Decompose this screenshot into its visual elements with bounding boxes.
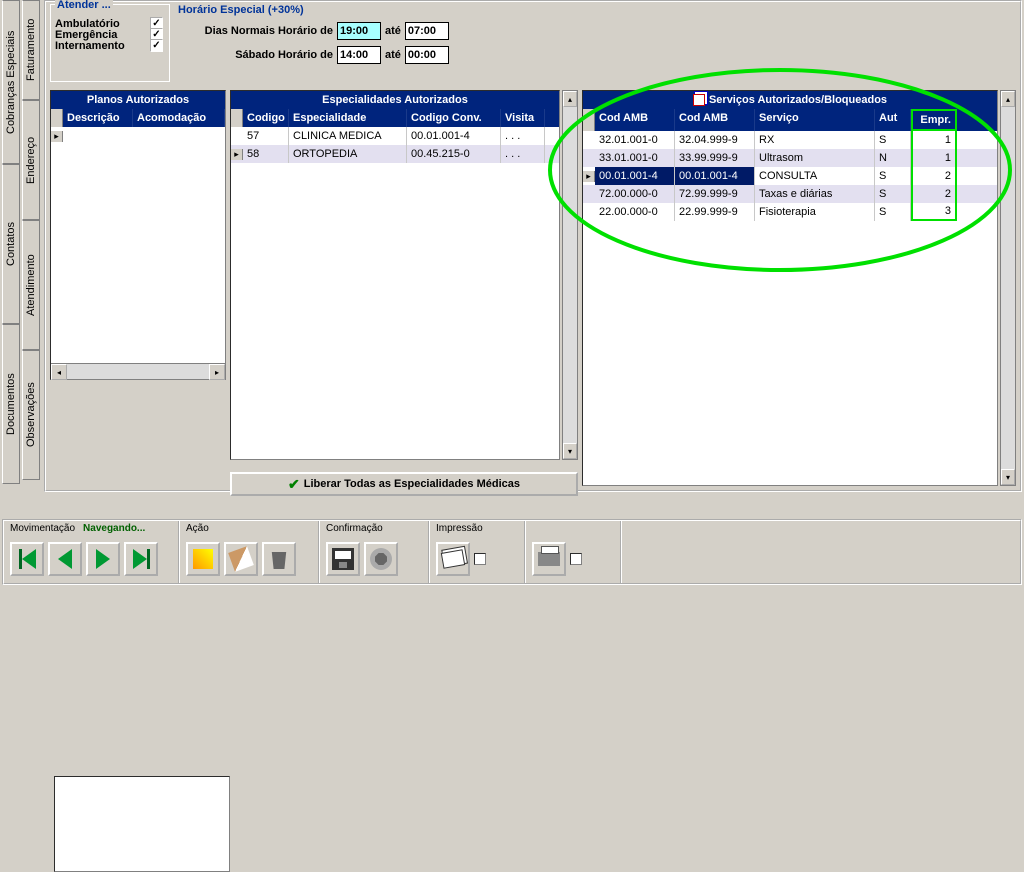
- ate-2: até: [385, 49, 401, 61]
- group-horario: Horário Especial (+30%) Dias Normais Hor…: [178, 4, 538, 82]
- esp-vscroll[interactable]: ▴ ▾: [562, 90, 578, 460]
- vtab-observacoes[interactable]: Observações: [22, 350, 40, 480]
- vtab-endereco[interactable]: Endereço: [22, 100, 40, 220]
- table-row[interactable]: 33.01.001-033.99.999-9UltrasomN1: [583, 149, 997, 167]
- printer-icon: [538, 552, 560, 566]
- bb-nav-label: Navegando...: [83, 523, 145, 537]
- table-row[interactable]: ▸58ORTOPEDIA00.45.215-0. . .: [231, 145, 559, 163]
- serv-h-cod1[interactable]: Cod AMB: [595, 109, 675, 131]
- nav-first-button[interactable]: [10, 542, 44, 576]
- check-icon: ✔: [288, 476, 300, 493]
- disk-icon: [332, 548, 354, 570]
- panel-especialidades: Especialidades Autorizados Codigo Especi…: [230, 90, 560, 460]
- obs-box[interactable]: [54, 776, 230, 872]
- serv-h-cod2[interactable]: Cod AMB: [675, 109, 755, 131]
- panel-servicos: Serviços Autorizados/Bloqueados Cod AMB …: [582, 90, 998, 486]
- nav-last-button[interactable]: [124, 542, 158, 576]
- copy-icon[interactable]: [693, 94, 705, 106]
- confirm-cancel-button[interactable]: [364, 542, 398, 576]
- chk-internamento-label: Internamento: [55, 40, 125, 52]
- serv-h-aut[interactable]: Aut: [875, 109, 911, 131]
- vtab-contatos[interactable]: Contatos: [2, 164, 20, 324]
- edit-icon: [228, 546, 254, 572]
- planos-hscroll[interactable]: ◂▸: [51, 363, 225, 379]
- arrow-first-icon: [22, 549, 36, 569]
- time-sab-to[interactable]: 00:00: [405, 46, 449, 64]
- confirm-save-button[interactable]: [326, 542, 360, 576]
- table-row[interactable]: 32.01.001-032.04.999-9RXS1: [583, 131, 997, 149]
- print-preview-chk[interactable]: [474, 553, 486, 565]
- planos-title: Planos Autorizados: [51, 91, 225, 109]
- serv-title-text: Serviços Autorizados/Bloqueados: [709, 94, 887, 106]
- panel-planos: Planos Autorizados Descrição Acomodação …: [50, 90, 226, 380]
- cards-icon: [441, 549, 465, 569]
- bb-imp-label: Impressão: [436, 523, 502, 537]
- bb-spacer: [532, 523, 598, 537]
- btn-liberar-label: Liberar Todas as Especialidades Médicas: [304, 478, 520, 490]
- ate-1: até: [385, 25, 401, 37]
- table-row[interactable]: 57CLINICA MEDICA00.01.001-4. . .: [231, 127, 559, 145]
- vtab-cobrancas[interactable]: Cobranças Especiais: [2, 0, 20, 164]
- action-edit-button[interactable]: [224, 542, 258, 576]
- arrow-last-icon: [133, 549, 147, 569]
- planos-body[interactable]: ▸: [51, 127, 225, 363]
- action-new-button[interactable]: [186, 542, 220, 576]
- horario-row1-label: Dias Normais Horário de: [178, 25, 333, 37]
- serv-body[interactable]: 32.01.001-032.04.999-9RXS133.01.001-033.…: [583, 131, 997, 485]
- nav-prev-button[interactable]: [48, 542, 82, 576]
- time-normal-to[interactable]: 07:00: [405, 22, 449, 40]
- table-row[interactable]: ▸00.01.001-400.01.001-4CONSULTAS2: [583, 167, 997, 185]
- vtab-faturamento[interactable]: Faturamento: [22, 0, 40, 100]
- esp-title: Especialidades Autorizados: [231, 91, 559, 109]
- serv-h-servico[interactable]: Serviço: [755, 109, 875, 131]
- vtab-atendimento[interactable]: Atendimento: [22, 220, 40, 350]
- arrow-prev-icon: [58, 549, 72, 569]
- esp-body[interactable]: 57CLINICA MEDICA00.01.001-4. . .▸58ORTOP…: [231, 127, 559, 459]
- esp-h-conv[interactable]: Codigo Conv.: [407, 109, 501, 127]
- esp-h-codigo[interactable]: Codigo: [243, 109, 289, 127]
- arrow-next-icon: [96, 549, 110, 569]
- horario-title: Horário Especial (+30%): [178, 4, 538, 16]
- chk-internamento[interactable]: [150, 39, 163, 52]
- new-icon: [193, 549, 213, 569]
- serv-vscroll[interactable]: ▴▾: [1000, 90, 1016, 486]
- print-preview-button[interactable]: [436, 542, 470, 576]
- esp-h-visita[interactable]: Visita: [501, 109, 545, 127]
- btn-liberar-especialidades[interactable]: ✔ Liberar Todas as Especialidades Médica…: [230, 472, 578, 496]
- atender-title: Atender ...: [55, 0, 113, 11]
- esp-h-esp[interactable]: Especialidade: [289, 109, 407, 127]
- serv-title: Serviços Autorizados/Bloqueados: [583, 91, 997, 109]
- horario-row2-label: Sábado Horário de: [178, 49, 333, 61]
- print-button[interactable]: [532, 542, 566, 576]
- bb-mov-label: Movimentação: [10, 523, 75, 537]
- trash-icon: [270, 549, 288, 569]
- time-sab-from[interactable]: 14:00: [337, 46, 381, 64]
- bottom-toolbar: Movimentação Navegando... Ação Confirmaç…: [2, 519, 1022, 585]
- time-normal-from[interactable]: 19:00: [337, 22, 381, 40]
- planos-h-acomodacao[interactable]: Acomodação: [133, 109, 225, 127]
- bb-conf-label: Confirmação: [326, 523, 422, 537]
- group-atender: Atender ... Ambulatório Emergência Inter…: [50, 4, 170, 82]
- stop-icon: [370, 548, 392, 570]
- bb-acao-label: Ação: [186, 523, 312, 537]
- nav-next-button[interactable]: [86, 542, 120, 576]
- print-chk[interactable]: [570, 553, 582, 565]
- planos-h-descricao[interactable]: Descrição: [63, 109, 133, 127]
- serv-h-empr[interactable]: Empr.: [911, 109, 957, 131]
- table-row[interactable]: 72.00.000-072.99.999-9Taxas e diáriasS2: [583, 185, 997, 203]
- table-row[interactable]: 22.00.000-022.99.999-9FisioterapiaS3: [583, 203, 997, 221]
- vtab-documentos[interactable]: Documentos: [2, 324, 20, 484]
- action-delete-button[interactable]: [262, 542, 296, 576]
